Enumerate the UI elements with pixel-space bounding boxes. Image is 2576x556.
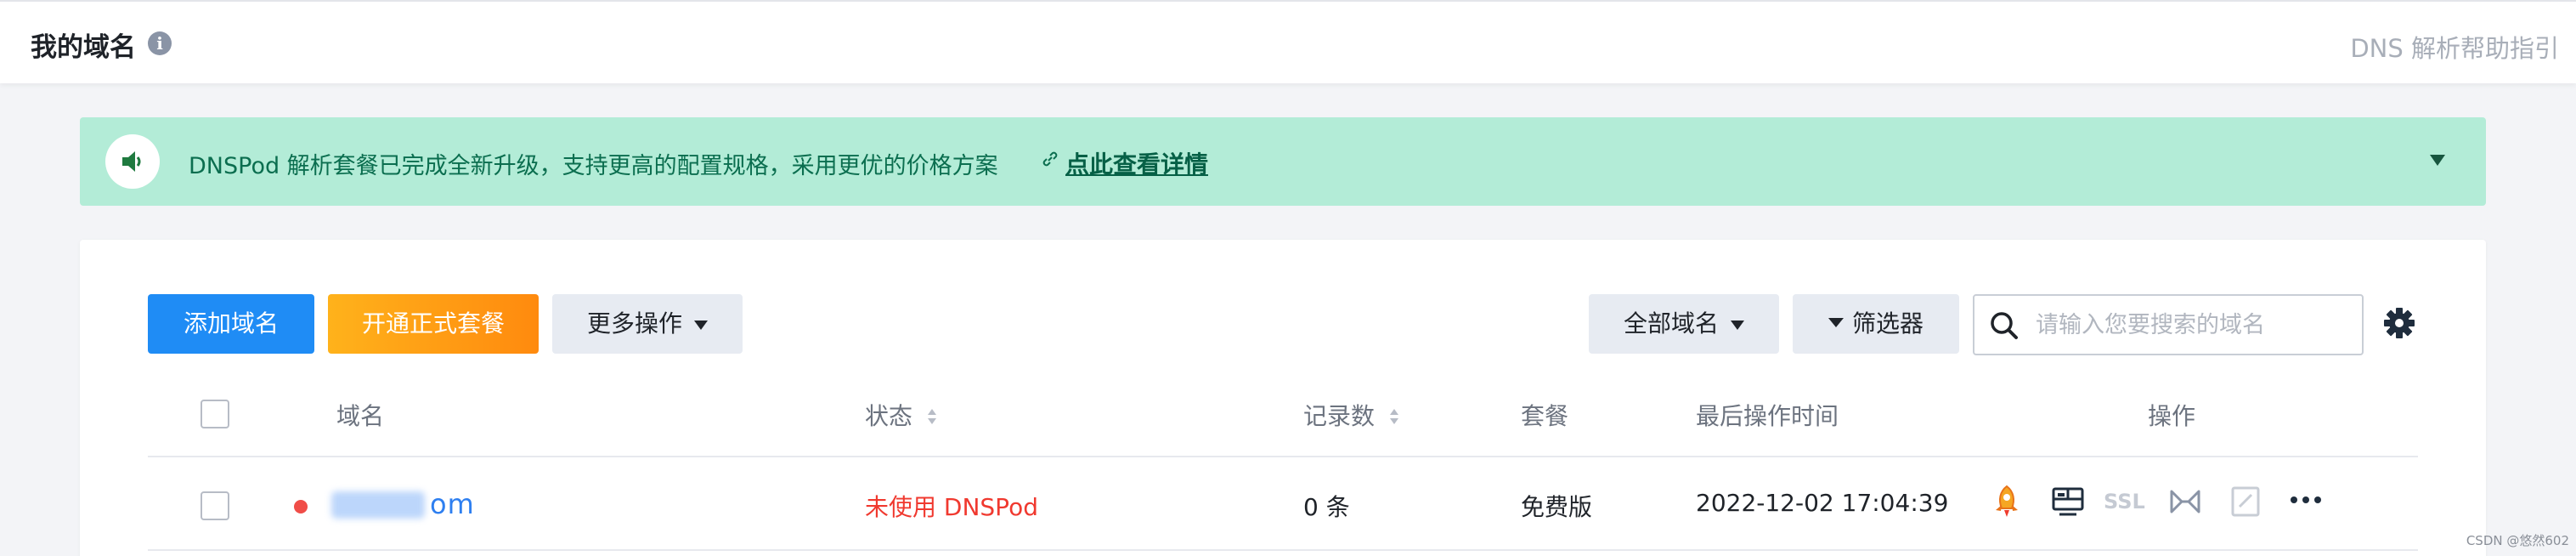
rocket-icon[interactable] [1991, 485, 2022, 519]
column-header-records-label: 记录数 [1303, 402, 1376, 430]
open-plan-button[interactable]: 开通正式套餐 [328, 294, 539, 354]
column-header-last-modified: 最后操作时间 [1696, 402, 1839, 430]
search-input[interactable] [2036, 308, 2350, 342]
plan-name: 免费版 [1521, 493, 1593, 521]
speaker-icon [105, 134, 160, 189]
all-domains-dropdown[interactable]: 全部域名 [1589, 294, 1779, 354]
link-icon[interactable] [2168, 485, 2202, 519]
more-actions-button[interactable]: 更多操作 [552, 294, 743, 354]
domain-redacted [331, 491, 425, 519]
filter-label: 筛选器 [1851, 309, 1924, 338]
monitor-icon[interactable] [2051, 485, 2085, 519]
banner-collapse-toggle[interactable] [2430, 155, 2445, 166]
column-header-records[interactable]: 记录数 [1303, 398, 1399, 432]
records-count: 0 条 [1303, 493, 1350, 521]
domain-link-label: om [430, 488, 475, 520]
status-text: 未使用 DNSPod [865, 493, 1038, 521]
sort-icon[interactable] [1390, 409, 1399, 426]
row-checkbox[interactable] [201, 491, 229, 520]
column-header-status[interactable]: 状态 [865, 398, 937, 432]
add-domain-button[interactable]: 添加域名 [148, 294, 314, 354]
banner-details-link[interactable]: 点此查看详情 [1065, 146, 1208, 180]
filter-icon [1827, 317, 1844, 327]
search-box [1973, 294, 2364, 355]
sort-icon[interactable] [928, 409, 937, 426]
chevron-down-icon [694, 320, 708, 330]
ssl-icon[interactable]: SSL [2104, 490, 2145, 513]
row-divider [148, 549, 2418, 551]
edit-icon[interactable] [2229, 485, 2262, 519]
gear-icon[interactable] [2382, 306, 2416, 340]
column-header-domain: 域名 [336, 402, 385, 430]
last-modified-time: 2022-12-02 17:04:39 [1696, 489, 1949, 517]
announcement-banner: DNSPod 解析套餐已完成全新升级，支持更高的配置规格，采用更优的价格方案 点… [80, 117, 2486, 206]
search-icon[interactable] [1988, 309, 2020, 342]
banner-message: DNSPod 解析套餐已完成全新升级，支持更高的配置规格，采用更优的价格方案 [189, 153, 998, 179]
page-header: 我的域名 i DNS 解析帮助指引 [0, 0, 2576, 83]
more-icon[interactable] [2289, 491, 2323, 508]
filter-button[interactable]: 筛选器 [1793, 294, 1959, 354]
chevron-down-icon [1731, 320, 1744, 330]
column-header-plan: 套餐 [1521, 402, 1569, 430]
column-header-actions: 操作 [2148, 402, 2196, 430]
select-all-checkbox[interactable] [201, 400, 229, 428]
status-dot [294, 500, 308, 513]
help-link[interactable]: DNS 解析帮助指引 [2350, 29, 2559, 65]
column-header-status-label: 状态 [865, 402, 913, 430]
domain-list-card: 添加域名 开通正式套餐 更多操作 全部域名 筛选器 域名 状态 [80, 240, 2486, 556]
link-icon [1042, 151, 1058, 167]
all-domains-label: 全部域名 [1623, 309, 1719, 338]
more-actions-label: 更多操作 [586, 309, 682, 338]
watermark: CSDN @悠然602 [2466, 533, 2569, 548]
domain-link[interactable]: om [430, 488, 475, 520]
info-icon[interactable]: i [148, 31, 172, 55]
header-divider [148, 456, 2418, 457]
page-title: 我的域名 [31, 32, 136, 63]
